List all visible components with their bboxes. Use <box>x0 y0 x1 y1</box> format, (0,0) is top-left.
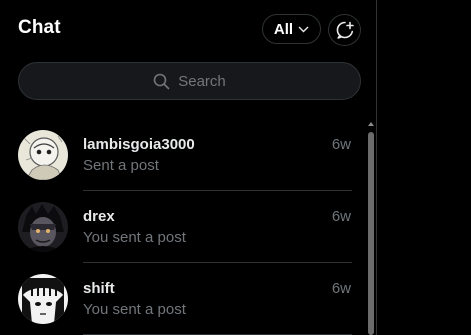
search-placeholder: Search <box>178 72 226 90</box>
panel-divider <box>376 0 377 335</box>
conversation-name: lambisgoia3000 <box>83 136 195 153</box>
page-title: Chat <box>18 17 61 38</box>
conversation-name: drex <box>83 208 115 225</box>
conversation-time: 6w <box>331 208 351 225</box>
filter-dropdown-button[interactable]: All <box>262 14 321 44</box>
conversation-item[interactable]: lambisgoia3000 Sent a post 6w <box>0 118 366 190</box>
conversation-preview: You sent a post <box>83 301 186 318</box>
filter-label: All <box>273 20 294 38</box>
scroll-up-arrow-icon[interactable] <box>368 122 374 126</box>
search-icon <box>153 73 170 89</box>
conversation-item[interactable]: drex You sent a post 6w <box>0 190 366 262</box>
conversation-time: 6w <box>331 280 351 297</box>
new-message-button[interactable] <box>328 14 361 46</box>
avatar <box>18 274 68 324</box>
conversation-name: shift <box>83 280 115 297</box>
conversation-item[interactable]: shift You sent a post 6w <box>0 262 366 334</box>
scrollbar-thumb[interactable] <box>368 132 374 335</box>
conversation-time: 6w <box>331 136 351 153</box>
conversation-preview: You sent a post <box>83 229 186 246</box>
conversation-preview: Sent a post <box>83 157 159 174</box>
new-message-icon <box>336 21 354 39</box>
search-input[interactable]: Search <box>18 62 361 100</box>
scrollbar[interactable] <box>366 118 376 335</box>
avatar <box>18 130 68 180</box>
chat-panel: Chat All Search lambisgoia3000 Sent a po… <box>0 0 376 335</box>
chevron-down-icon <box>298 26 309 32</box>
avatar <box>18 202 68 252</box>
